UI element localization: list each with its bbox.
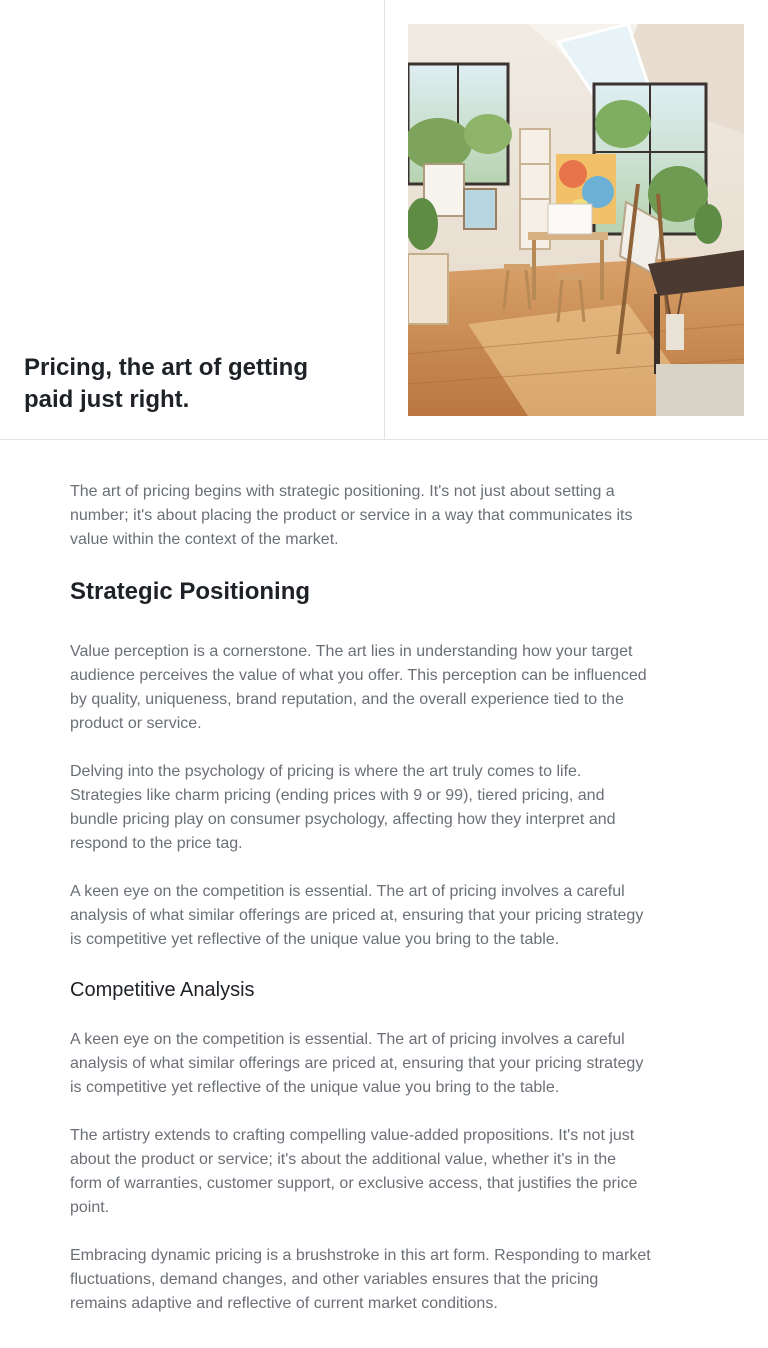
paragraph-dynamic-pricing: Embracing dynamic pricing is a brushstro… — [70, 1247, 651, 1312]
page-title: Pricing, the art of getting paid just ri… — [24, 354, 309, 413]
hero-section: Pricing, the art of getting paid just ri… — [0, 0, 768, 440]
hero-text-panel: Pricing, the art of getting paid just ri… — [0, 0, 385, 439]
paragraph-competition-analysis: A keen eye on the competition is essenti… — [70, 1031, 644, 1096]
article-body: The art of pricing begins with strategic… — [70, 480, 698, 1340]
hero-image — [408, 24, 744, 416]
paragraph-pricing-psychology: Delving into the psychology of pricing i… — [70, 763, 616, 852]
section-heading-competitive-analysis: Competitive Analysis — [70, 979, 255, 1001]
section-heading-strategic-positioning: Strategic Positioning — [70, 578, 311, 605]
paragraph-competition: A keen eye on the competition is essenti… — [70, 883, 644, 948]
paragraph-value-perception: Value perception is a cornerstone. The a… — [70, 643, 647, 732]
art-studio-illustration — [408, 24, 744, 416]
paragraph-value-added: The artistry extends to crafting compell… — [70, 1127, 638, 1216]
intro-paragraph: The art of pricing begins with strategic… — [70, 483, 633, 548]
